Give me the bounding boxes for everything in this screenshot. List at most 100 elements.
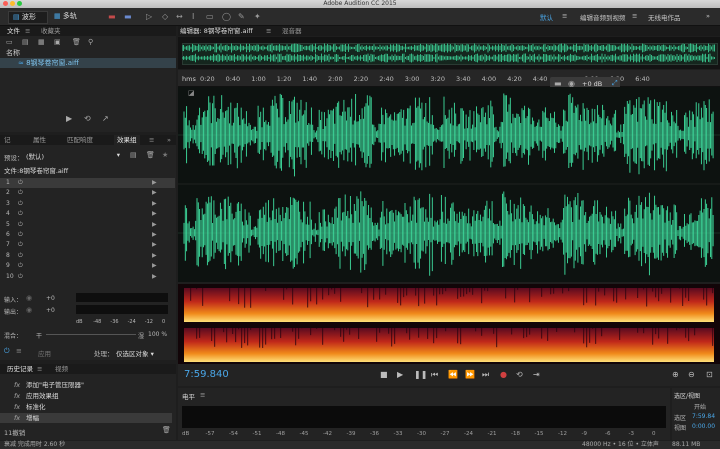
waveform-display[interactable]: ◪: [178, 87, 720, 282]
file-item[interactable]: ≈ 8钢琴卷帘窗.aiff: [0, 58, 176, 68]
effect-slot[interactable]: 4⏻▶: [0, 209, 175, 219]
workspace-menu-icon-2[interactable]: ≡: [632, 12, 637, 20]
chevron-right-icon[interactable]: ▶: [152, 240, 157, 250]
multitrack-view-button[interactable]: ▦ 多轨: [52, 11, 90, 22]
workspace-edit-video[interactable]: 编辑音频到视频: [580, 12, 626, 22]
tab-editor[interactable]: 编辑器: 8钢琴卷帘窗.aiff: [180, 26, 253, 36]
power-icon[interactable]: ⏻: [18, 188, 23, 198]
spectral-display[interactable]: [178, 284, 720, 364]
rack-menu-icon[interactable]: ≡: [16, 347, 22, 355]
tab-video[interactable]: 视频: [52, 364, 71, 374]
razor-tool-icon[interactable]: ◇: [162, 12, 168, 21]
output-knob-icon[interactable]: ◉: [26, 306, 32, 314]
zoom-in-amplitude-icon[interactable]: ⊕: [672, 370, 679, 379]
history-item[interactable]: fx添加"电子管压限器": [0, 380, 172, 390]
save-preset-icon[interactable]: ▤: [130, 151, 137, 159]
search-icon[interactable]: ⚲: [88, 38, 93, 46]
lasso-tool-icon[interactable]: ◯: [222, 12, 231, 21]
chevron-right-icon[interactable]: ▶: [152, 199, 157, 209]
power-icon[interactable]: ⏻: [4, 347, 10, 356]
chevron-right-icon[interactable]: ▶: [152, 209, 157, 219]
workspace-radio[interactable]: 无线电作品: [648, 12, 681, 22]
play-preview-icon[interactable]: ▶: [66, 114, 72, 123]
waveform-view-button[interactable]: ▤ 波形: [8, 11, 48, 24]
go-to-end-button[interactable]: ⏭: [482, 370, 489, 380]
favorite-star-icon[interactable]: ★: [162, 151, 168, 159]
effect-slot[interactable]: 9⏻▶: [0, 261, 175, 271]
effect-slot[interactable]: 7⏻▶: [0, 240, 175, 250]
fast-forward-button[interactable]: ⏩: [465, 370, 475, 379]
power-icon[interactable]: ⏻: [18, 251, 23, 261]
tab-files-menu-icon[interactable]: ≡: [22, 26, 33, 36]
tab-editor-menu-icon[interactable]: ≡: [266, 26, 271, 36]
preset-select[interactable]: (默认)▾: [26, 151, 120, 159]
power-icon[interactable]: ⏻: [18, 178, 23, 188]
workspace-menu-icon[interactable]: ≡: [562, 12, 567, 20]
history-item[interactable]: fx应用效果组: [0, 391, 172, 401]
power-icon[interactable]: ⏻: [18, 261, 23, 271]
power-icon[interactable]: ⏻: [18, 230, 23, 240]
power-icon[interactable]: ⏻: [18, 209, 23, 219]
delete-history-icon[interactable]: 🗑: [162, 426, 171, 434]
tab-history[interactable]: 历史记录: [4, 364, 36, 374]
effect-slot[interactable]: 1⏻▶: [0, 178, 175, 188]
chevron-right-icon[interactable]: ▶: [152, 272, 157, 282]
view-start[interactable]: 0:00.00: [692, 423, 715, 430]
spot-healing-tool-icon[interactable]: ✦: [254, 12, 261, 21]
pause-button[interactable]: ❚❚: [414, 370, 427, 379]
chevron-right-icon[interactable]: ▶: [152, 261, 157, 271]
selection-start[interactable]: 7:59.84: [692, 413, 715, 420]
effect-slot[interactable]: 10⏻▶: [0, 272, 175, 282]
workspace-default[interactable]: 默认: [540, 12, 553, 22]
tab-favorites[interactable]: 收藏夹: [38, 26, 64, 36]
zoom-full-icon[interactable]: ⊡: [706, 370, 713, 379]
stop-button[interactable]: ■: [380, 370, 388, 379]
tab-mixer[interactable]: 混音器: [282, 26, 302, 36]
effect-slot[interactable]: 8⏻▶: [0, 251, 175, 261]
loop-preview-icon[interactable]: ⟲: [84, 114, 91, 123]
rewind-button[interactable]: ⏪: [448, 370, 458, 379]
zoom-out-amplitude-icon[interactable]: ⊖: [688, 370, 695, 379]
autoplay-icon[interactable]: ↗: [102, 114, 109, 123]
chevron-right-icon[interactable]: ▶: [152, 188, 157, 198]
time-display[interactable]: 7:59.840: [184, 369, 229, 380]
power-icon[interactable]: ⏻: [18, 220, 23, 230]
mix-slider[interactable]: [46, 334, 136, 335]
marquee-tool-icon[interactable]: ▭: [206, 12, 214, 21]
workspace-more-icon[interactable]: »: [706, 12, 710, 20]
history-item[interactable]: fx标准化: [0, 402, 172, 412]
time-selection-tool-icon[interactable]: I: [192, 12, 194, 21]
go-to-start-button[interactable]: ⏮: [431, 370, 438, 380]
skip-selection-button[interactable]: ⇥: [533, 370, 540, 379]
insert-icon[interactable]: ▣: [54, 38, 61, 46]
effect-slot[interactable]: 2⏻▶: [0, 188, 175, 198]
chevron-right-icon[interactable]: ▶: [152, 230, 157, 240]
tab-properties[interactable]: 属性: [30, 135, 49, 145]
effect-slot[interactable]: 5⏻▶: [0, 220, 175, 230]
tab-match-loudness[interactable]: 匹配响度: [64, 135, 96, 145]
chevron-right-icon[interactable]: ▶: [152, 251, 157, 261]
record-button[interactable]: ●: [500, 370, 507, 379]
delete-icon[interactable]: 🗑: [72, 38, 81, 46]
process-select[interactable]: 仅选区对象 ▾: [116, 348, 154, 358]
new-file-icon[interactable]: ▦: [38, 38, 45, 46]
spectral-display-icon[interactable]: ▬: [108, 12, 116, 21]
tab-rack-menu-icon[interactable]: ≡: [146, 135, 157, 145]
panel-more-icon[interactable]: »: [164, 135, 174, 145]
waveform-overview[interactable]: [178, 37, 720, 69]
play-button[interactable]: ▶: [397, 370, 403, 379]
effect-slot[interactable]: 3⏻▶: [0, 199, 175, 209]
paintbrush-tool-icon[interactable]: ✎: [238, 12, 245, 21]
open-file-icon[interactable]: ▭: [6, 38, 13, 46]
power-icon[interactable]: ⏻: [18, 199, 23, 209]
spectral-pitch-icon[interactable]: ▬: [124, 12, 132, 21]
loop-button[interactable]: ⟲: [516, 370, 523, 379]
chevron-right-icon[interactable]: ▶: [152, 178, 157, 188]
tab-files[interactable]: 文件: [4, 26, 23, 36]
history-item[interactable]: fx增幅: [0, 413, 172, 423]
power-icon[interactable]: ⏻: [18, 272, 23, 282]
tab-history-menu-icon[interactable]: ≡: [34, 364, 45, 374]
power-icon[interactable]: ⏻: [18, 240, 23, 250]
apply-button[interactable]: 应用: [38, 348, 51, 358]
import-file-icon[interactable]: ▤: [22, 38, 29, 46]
